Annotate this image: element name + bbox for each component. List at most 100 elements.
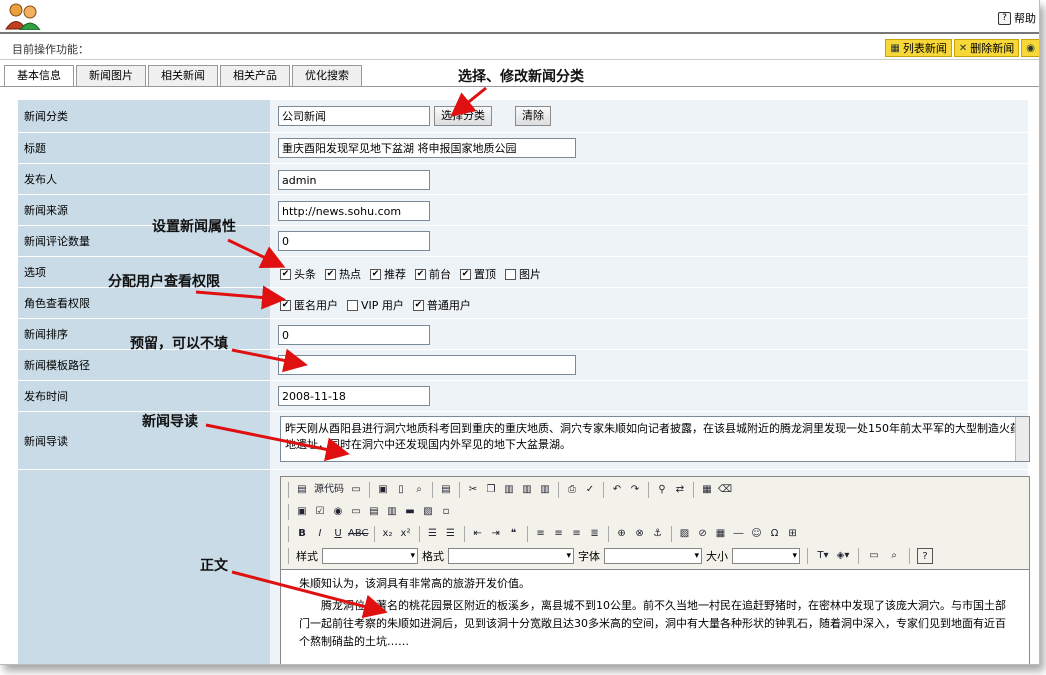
checked-box-icon[interactable]: ✔ xyxy=(280,268,291,280)
blockquote-icon[interactable]: ❝ xyxy=(506,526,522,542)
editor-content[interactable]: 朱顺知认为，该洞具有非常高的旅游开发价值。 腾龙洞位于著名的桃花园景区附近的板溪… xyxy=(281,569,1029,664)
maximize-icon[interactable]: ▭ xyxy=(866,548,882,564)
paste-text-icon[interactable]: ▥ xyxy=(519,482,535,498)
checked-box-icon[interactable]: ✔ xyxy=(370,268,381,280)
option-checkbox-2[interactable]: ✔ 推荐 xyxy=(370,266,406,282)
ordered-list-icon[interactable]: ☰ xyxy=(425,526,441,542)
option-checkbox-4[interactable]: ✔ 置顶 xyxy=(460,266,496,282)
summary-scrollbar[interactable] xyxy=(1015,417,1029,461)
template-icon[interactable]: ▤ xyxy=(438,482,454,498)
tab-news-images[interactable]: 新闻图片 xyxy=(76,65,146,86)
show-blocks-icon[interactable]: ⌕ xyxy=(886,548,902,564)
page-break-icon[interactable]: ⊞ xyxy=(785,526,801,542)
font-select[interactable] xyxy=(604,548,702,564)
role-checkbox-0[interactable]: ✔ 匿名用户 xyxy=(280,297,338,313)
pubdate-input[interactable]: 2008-11-18 xyxy=(278,386,430,406)
role-checkbox-2[interactable]: ✔ 普通用户 xyxy=(412,297,471,313)
bold-icon[interactable]: B xyxy=(294,526,310,542)
source-input[interactable]: http://news.sohu.com xyxy=(278,201,430,221)
align-justify-icon[interactable]: ≣ xyxy=(587,526,603,542)
underline-icon[interactable]: U xyxy=(330,526,346,542)
copy-icon[interactable]: ❐ xyxy=(483,482,499,498)
save-icon[interactable]: ▣ xyxy=(375,482,391,498)
more-button[interactable]: ◉ xyxy=(1021,39,1039,57)
hidden-field-icon[interactable]: ▫ xyxy=(438,504,454,520)
title-input[interactable]: 重庆酉阳发现罕见地下盆湖 将申报国家地质公园 xyxy=(278,138,576,158)
tab-related-products[interactable]: 相关产品 xyxy=(220,65,290,86)
delete-news-button[interactable]: ✕ 删除新闻 xyxy=(953,39,1020,57)
clear-category-button[interactable]: 清除 xyxy=(515,106,551,126)
paste-word-icon[interactable]: ▥ xyxy=(537,482,553,498)
text-color-icon[interactable]: T▾ xyxy=(815,548,831,564)
checked-box-icon[interactable]: ✔ xyxy=(415,268,426,280)
about-icon[interactable]: ? xyxy=(917,548,933,564)
author-input[interactable]: admin xyxy=(278,170,430,190)
flash-icon[interactable]: ⊘ xyxy=(695,526,711,542)
image-button-icon[interactable]: ▨ xyxy=(420,504,436,520)
superscript-icon[interactable]: x² xyxy=(398,526,414,542)
source-code-button[interactable]: 源代码 xyxy=(312,482,346,498)
outdent-icon[interactable]: ⇤ xyxy=(470,526,486,542)
anchor-icon[interactable]: ⚓ xyxy=(650,526,666,542)
help-button[interactable]: ? 帮助 xyxy=(998,10,1036,26)
list-news-button[interactable]: ▦ 列表新闻 xyxy=(885,39,952,57)
unordered-list-icon[interactable]: ☰ xyxy=(443,526,459,542)
undo-icon[interactable]: ↶ xyxy=(609,482,625,498)
unchecked-box-icon[interactable] xyxy=(505,268,516,280)
italic-icon[interactable]: I xyxy=(312,526,328,542)
redo-icon[interactable]: ↷ xyxy=(627,482,643,498)
unchecked-box-icon[interactable] xyxy=(347,299,358,311)
role-checkbox-1[interactable]: VIP 用户 xyxy=(347,297,404,313)
option-checkbox-1[interactable]: ✔ 热点 xyxy=(325,266,361,282)
new-page-icon[interactable]: ▭ xyxy=(348,482,364,498)
tab-seo[interactable]: 优化搜索 xyxy=(292,65,362,86)
size-select[interactable] xyxy=(732,548,800,564)
checkbox-icon[interactable]: ☑ xyxy=(312,504,328,520)
strikethrough-icon[interactable]: ABC xyxy=(348,526,369,542)
format-select[interactable] xyxy=(448,548,574,564)
comments-input[interactable]: 0 xyxy=(278,231,430,251)
unlink-icon[interactable]: ⊗ xyxy=(632,526,648,542)
spellcheck-icon[interactable]: ✓ xyxy=(582,482,598,498)
tab-related-news[interactable]: 相关新闻 xyxy=(148,65,218,86)
image-icon[interactable]: ▨ xyxy=(677,526,693,542)
textarea-icon[interactable]: ▤ xyxy=(366,504,382,520)
select-category-button[interactable]: 选择分类 xyxy=(434,106,492,126)
sort-input[interactable]: 0 xyxy=(278,325,430,345)
radio-icon[interactable]: ◉ xyxy=(330,504,346,520)
select-field-icon[interactable]: ▥ xyxy=(384,504,400,520)
category-input[interactable]: 公司新闻 xyxy=(278,106,430,126)
checked-box-icon[interactable]: ✔ xyxy=(412,299,424,311)
align-right-icon[interactable]: ≡ xyxy=(569,526,585,542)
cut-icon[interactable]: ✂ xyxy=(465,482,481,498)
find-icon[interactable]: ⚲ xyxy=(654,482,670,498)
style-select[interactable] xyxy=(322,548,418,564)
summary-textarea[interactable]: 昨天刚从酉阳县进行洞穴地质科考回到重庆的重庆地质、洞穴专家朱顺如向记者披露，在该… xyxy=(280,416,1030,462)
form-icon[interactable]: ▣ xyxy=(294,504,310,520)
template-input[interactable] xyxy=(278,355,576,375)
option-checkbox-0[interactable]: ✔ 头条 xyxy=(280,266,316,282)
align-center-icon[interactable]: ≡ xyxy=(551,526,567,542)
bg-color-icon[interactable]: ◈▾ xyxy=(835,548,851,564)
button-field-icon[interactable]: ▬ xyxy=(402,504,418,520)
checked-box-icon[interactable]: ✔ xyxy=(325,268,336,280)
tab-basic-info[interactable]: 基本信息 xyxy=(4,65,74,87)
textfield-icon[interactable]: ▭ xyxy=(348,504,364,520)
link-icon[interactable]: ⊕ xyxy=(614,526,630,542)
replace-icon[interactable]: ⇄ xyxy=(672,482,688,498)
option-checkbox-3[interactable]: ✔ 前台 xyxy=(415,266,451,282)
checked-box-icon[interactable]: ✔ xyxy=(280,299,291,311)
align-left-icon[interactable]: ≡ xyxy=(533,526,549,542)
print-icon[interactable]: ⎙ xyxy=(564,482,580,498)
special-char-icon[interactable]: Ω xyxy=(767,526,783,542)
remove-format-icon[interactable]: ⌫ xyxy=(717,482,733,498)
indent-icon[interactable]: ⇥ xyxy=(488,526,504,542)
preview-icon[interactable]: ⌕ xyxy=(411,482,427,498)
blank-page-icon[interactable]: ▯ xyxy=(393,482,409,498)
select-all-icon[interactable]: ▦ xyxy=(699,482,715,498)
paste-icon[interactable]: ▥ xyxy=(501,482,517,498)
subscript-icon[interactable]: x₂ xyxy=(380,526,396,542)
smiley-icon[interactable]: ☺ xyxy=(749,526,765,542)
horizontal-rule-icon[interactable]: ― xyxy=(731,526,747,542)
table-icon[interactable]: ▦ xyxy=(713,526,729,542)
